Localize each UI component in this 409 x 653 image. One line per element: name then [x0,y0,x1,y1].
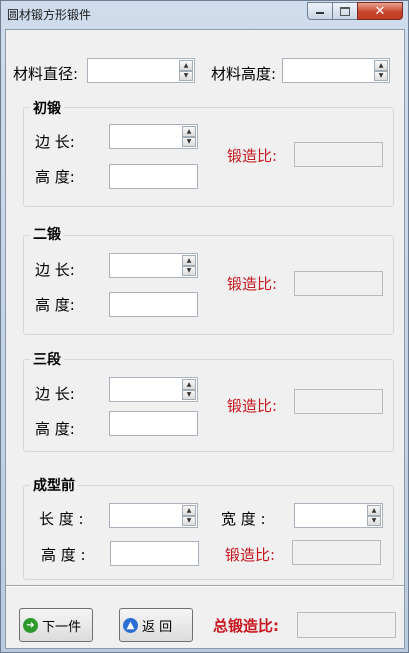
spin-down-icon[interactable]: ▼ [367,515,381,526]
first-ratio-label: 锻造比: [227,147,278,165]
first-side-spinner[interactable]: ▲ ▼ [182,126,196,147]
third-ratio-output [294,389,383,414]
third-side-spinner[interactable]: ▲ ▼ [182,379,196,400]
material-diameter-input[interactable]: ▲ ▼ [87,58,195,83]
group-before-forming [23,485,394,580]
second-side-label: 边 长: [35,261,75,279]
window-title: 圆材锻方形锻件 [7,8,92,22]
first-ratio-output [294,142,383,167]
third-height-input[interactable] [109,411,198,436]
second-height-label: 高 度: [35,296,75,314]
final-ratio-label: 锻造比: [225,546,276,564]
spin-up-icon[interactable]: ▲ [179,60,193,71]
maximize-button[interactable] [332,2,358,20]
second-side-input[interactable]: ▲ ▼ [109,253,198,278]
first-height-label: 高 度: [35,168,75,186]
first-side-input[interactable]: ▲ ▼ [109,124,198,149]
spin-down-icon[interactable]: ▼ [182,389,196,400]
third-ratio-label: 锻造比: [227,397,278,415]
final-width-spinner[interactable]: ▲ ▼ [367,505,381,526]
spin-down-icon[interactable]: ▼ [182,265,196,276]
maximize-icon [340,6,350,16]
second-height-input[interactable] [109,292,198,317]
spin-up-icon[interactable]: ▲ [182,505,196,516]
spin-down-icon[interactable]: ▼ [182,136,196,147]
material-height-spinner[interactable]: ▲ ▼ [374,60,388,81]
minimize-button[interactable] [307,2,333,20]
first-height-input[interactable] [109,164,198,189]
total-ratio-output [297,612,396,638]
final-length-label: 长 度 : [39,510,84,528]
next-item-label: 下一件 [42,619,82,635]
first-side-label: 边 长: [35,133,75,151]
spin-up-icon[interactable]: ▲ [182,379,196,390]
material-diameter-label: 材料直径: [13,65,79,83]
minimize-icon [316,12,324,14]
arrow-right-icon: ➜ [23,617,38,633]
footer-separator [6,585,404,587]
group-second-forging-title: 二锻 [30,224,64,244]
final-length-input[interactable]: ▲ ▼ [109,503,198,528]
group-before-forming-title: 成型前 [30,475,78,495]
group-third-forging-title: 三段 [30,349,64,369]
back-label: 返 回 [142,619,173,635]
close-icon: ✕ [374,3,386,19]
final-length-spinner[interactable]: ▲ ▼ [182,505,196,526]
final-width-label: 宽 度 : [221,510,266,528]
third-side-label: 边 长: [35,385,75,403]
back-button[interactable]: ▲ 返 回 [119,608,193,642]
spin-up-icon[interactable]: ▲ [182,255,196,266]
second-ratio-output [294,271,383,296]
total-ratio-label: 总锻造比: [213,617,279,635]
spin-down-icon[interactable]: ▼ [179,70,193,81]
material-height-label: 材料高度: [211,65,277,83]
spin-up-icon[interactable]: ▲ [367,505,381,516]
arrow-up-icon: ▲ [123,617,138,633]
second-side-spinner[interactable]: ▲ ▼ [182,255,196,276]
third-height-label: 高 度: [35,420,75,438]
spin-up-icon[interactable]: ▲ [374,60,388,71]
material-diameter-spinner[interactable]: ▲ ▼ [179,60,193,81]
spin-down-icon[interactable]: ▼ [374,70,388,81]
final-height-input[interactable] [110,541,199,566]
final-height-label: 高 度 : [41,546,86,564]
group-first-forging-title: 初锻 [30,98,64,118]
spin-up-icon[interactable]: ▲ [182,126,196,137]
client-area: 材料直径: ▲ ▼ 材料高度: ▲ ▼ 初锻 边 长: ▲ ▼ 高 度: 锻造比: 二… [5,29,405,649]
next-item-button[interactable]: ➜ 下一件 [19,608,93,642]
material-height-input[interactable]: ▲ ▼ [282,58,390,83]
spin-down-icon[interactable]: ▼ [182,515,196,526]
second-ratio-label: 锻造比: [227,275,278,293]
close-button[interactable]: ✕ [357,2,403,20]
third-side-input[interactable]: ▲ ▼ [109,377,198,402]
final-width-input[interactable]: ▲ ▼ [294,503,383,528]
final-ratio-output [292,540,381,565]
app-window: 圆材锻方形锻件 ✕ 材料直径: ▲ ▼ 材料高度: ▲ ▼ 初锻 边 长: ▲ ▼ 高… [0,0,409,653]
